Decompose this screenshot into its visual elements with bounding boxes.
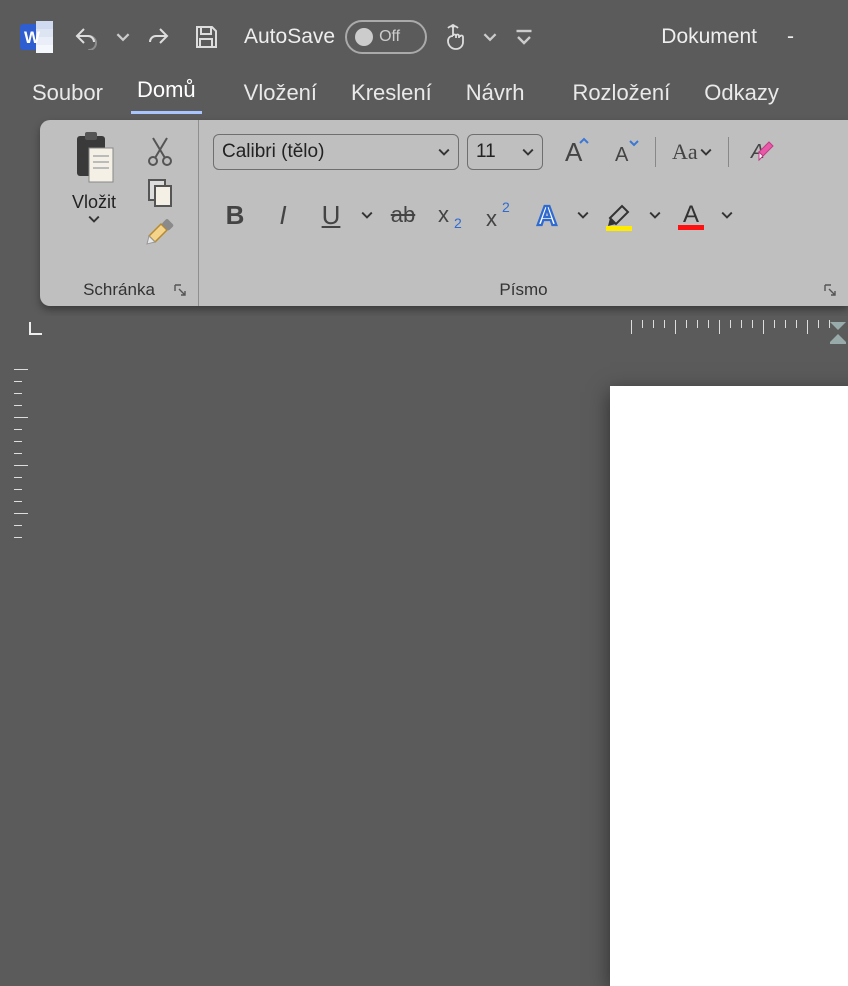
word-app-icon: W — [20, 20, 54, 54]
tab-navrh[interactable]: Návrh — [460, 80, 531, 114]
clipboard-dialog-launcher[interactable] — [172, 282, 190, 300]
paste-label: Vložit — [72, 192, 116, 213]
tab-soubor[interactable]: Soubor — [26, 80, 109, 114]
highlight-button[interactable] — [597, 197, 641, 233]
group-font: Calibri (tělo) 11 A A Aa A — [198, 120, 848, 306]
autosave-control: AutoSave Off — [244, 20, 427, 54]
change-case-button[interactable]: Aa — [668, 134, 716, 170]
shrink-font-button[interactable]: A — [601, 134, 643, 170]
svg-text:2: 2 — [502, 200, 510, 215]
title-separator: - — [787, 25, 794, 49]
toggle-knob — [355, 28, 373, 46]
svg-text:W: W — [24, 28, 41, 47]
ribbon: Vložit Schránka Calibri (tě — [40, 120, 848, 306]
document-title-area: Dokument - — [661, 25, 794, 49]
font-color-button[interactable]: A — [669, 197, 713, 233]
autosave-state: Off — [379, 28, 400, 46]
tab-domu[interactable]: Domů — [131, 77, 202, 114]
font-name-value: Calibri (tělo) — [222, 141, 324, 163]
svg-text:A: A — [537, 200, 557, 231]
svg-text:2: 2 — [454, 215, 462, 230]
tab-vlozeni[interactable]: Vložení — [238, 80, 323, 114]
tab-odkazy[interactable]: Odkazy — [698, 80, 785, 114]
underline-button[interactable]: U — [309, 197, 353, 233]
title-bar: W AutoSave Off Dokument - — [0, 0, 848, 70]
font-color-dropdown[interactable] — [717, 197, 737, 233]
quick-access-toolbar — [68, 19, 224, 55]
format-painter-button[interactable] — [140, 215, 180, 250]
underline-dropdown[interactable] — [357, 197, 377, 233]
svg-text:x: x — [486, 206, 497, 230]
redo-button[interactable] — [142, 19, 178, 55]
copy-button[interactable] — [140, 175, 180, 210]
text-effects-dropdown[interactable] — [573, 197, 593, 233]
bold-button[interactable]: B — [213, 197, 257, 233]
font-group-label: Písmo — [199, 280, 848, 300]
superscript-button[interactable]: x2 — [477, 197, 521, 233]
group-clipboard: Vložit Schránka — [40, 120, 198, 306]
separator — [655, 137, 656, 167]
font-name-combo[interactable]: Calibri (tělo) — [213, 134, 459, 170]
grow-font-button[interactable]: A — [551, 134, 593, 170]
indent-marker-icon[interactable] — [828, 320, 848, 344]
document-area — [0, 316, 848, 610]
customize-qat-button[interactable] — [515, 28, 533, 46]
touch-mode-dropdown[interactable] — [483, 30, 501, 44]
tab-kresleni[interactable]: Kreslení — [345, 80, 438, 114]
cut-button[interactable] — [140, 134, 180, 169]
vertical-ruler[interactable] — [14, 358, 36, 610]
svg-text:x: x — [438, 202, 449, 227]
svg-text:A: A — [615, 144, 629, 166]
document-page[interactable] — [610, 386, 848, 986]
italic-button[interactable]: I — [261, 197, 305, 233]
subscript-button[interactable]: x2 — [429, 197, 473, 233]
highlight-dropdown[interactable] — [645, 197, 665, 233]
separator — [728, 137, 729, 167]
autosave-label: AutoSave — [244, 25, 335, 49]
clear-formatting-button[interactable]: A — [741, 134, 781, 170]
save-button[interactable] — [188, 19, 224, 55]
horizontal-ruler[interactable] — [60, 320, 848, 342]
document-name[interactable]: Dokument — [661, 25, 757, 49]
font-size-value: 11 — [476, 141, 496, 163]
undo-dropdown[interactable] — [114, 19, 132, 55]
touch-mode-button[interactable] — [441, 22, 469, 52]
font-size-combo[interactable]: 11 — [467, 134, 543, 170]
paste-button[interactable]: Vložit — [54, 130, 134, 250]
strikethrough-button[interactable]: ab — [381, 197, 425, 233]
text-effects-button[interactable]: A — [525, 197, 569, 233]
autosave-toggle[interactable]: Off — [345, 20, 427, 54]
font-dialog-launcher[interactable] — [822, 282, 840, 300]
change-case-label: Aa — [672, 139, 698, 165]
ruler-corner-icon — [28, 320, 50, 342]
tab-rozlozeni[interactable]: Rozložení — [566, 80, 676, 114]
svg-text:A: A — [683, 201, 699, 228]
undo-button[interactable] — [68, 19, 104, 55]
ribbon-tabs: Soubor Domů Vložení Kreslení Návrh Rozlo… — [0, 70, 848, 114]
